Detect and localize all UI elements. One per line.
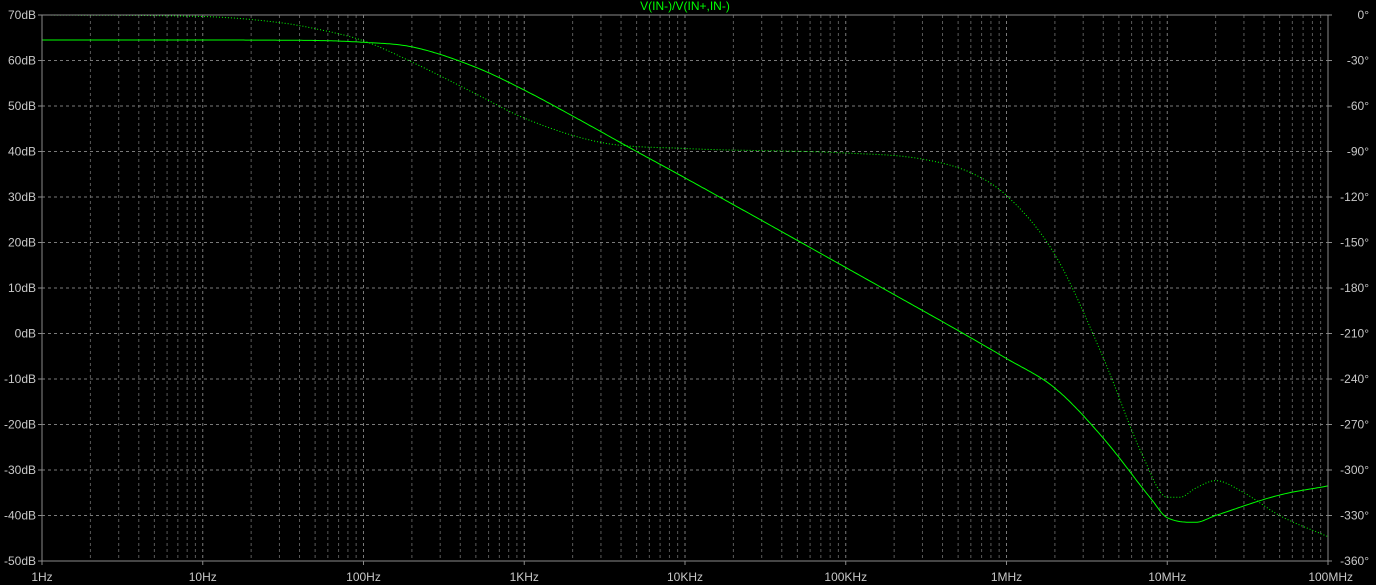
right-tick-label: -60° [1347,99,1369,113]
right-tick-label: -30° [1347,54,1369,68]
x-tick-label: 1Hz [31,570,52,584]
x-tick-label: 100Hz [346,570,381,584]
right-tick-label: 0° [1358,8,1370,22]
left-tick-label: -20dB [4,418,36,432]
right-tick-label: -240° [1340,372,1369,386]
x-tick-label: 100MHz [1308,570,1353,584]
chart-title: V(IN-)/V(IN+,IN-) [640,0,730,13]
right-tick-label: -360° [1340,554,1369,568]
bode-plot: 70dB 60dB 50dB 40dB 30dB 20dB 10dB 0dB -10dB -20d… [0,0,1376,585]
right-tick-label: -180° [1340,281,1369,295]
left-tick-label: 60dB [8,54,36,68]
left-tick-label: 20dB [8,236,36,250]
left-tick-label: 30dB [8,190,36,204]
left-tick-label: 10dB [8,281,36,295]
right-tick-label: -150° [1340,236,1369,250]
left-tick-label: 0dB [15,327,36,341]
x-tick-label: 1KHz [510,570,539,584]
right-tick-label: -90° [1347,145,1369,159]
left-tick-label: -30dB [4,463,36,477]
right-tick-label: -210° [1340,327,1369,341]
x-tick-label: 10KHz [667,570,703,584]
left-tick-label: 70dB [8,8,36,22]
left-tick-label: -40dB [4,509,36,523]
right-tick-label: -120° [1340,190,1369,204]
left-tick-label: 40dB [8,145,36,159]
right-tick-label: -300° [1340,463,1369,477]
x-tick-label: 100KHz [824,570,867,584]
right-tick-label: -330° [1340,509,1369,523]
left-tick-label: 50dB [8,99,36,113]
x-tick-label: 10MHz [1148,570,1186,584]
left-tick-label: -50dB [4,554,36,568]
left-tick-label: -10dB [4,372,36,386]
x-tick-label: 10Hz [189,570,217,584]
x-tick-label: 1MHz [991,570,1022,584]
plot-background [0,0,1376,585]
right-tick-label: -270° [1340,418,1369,432]
